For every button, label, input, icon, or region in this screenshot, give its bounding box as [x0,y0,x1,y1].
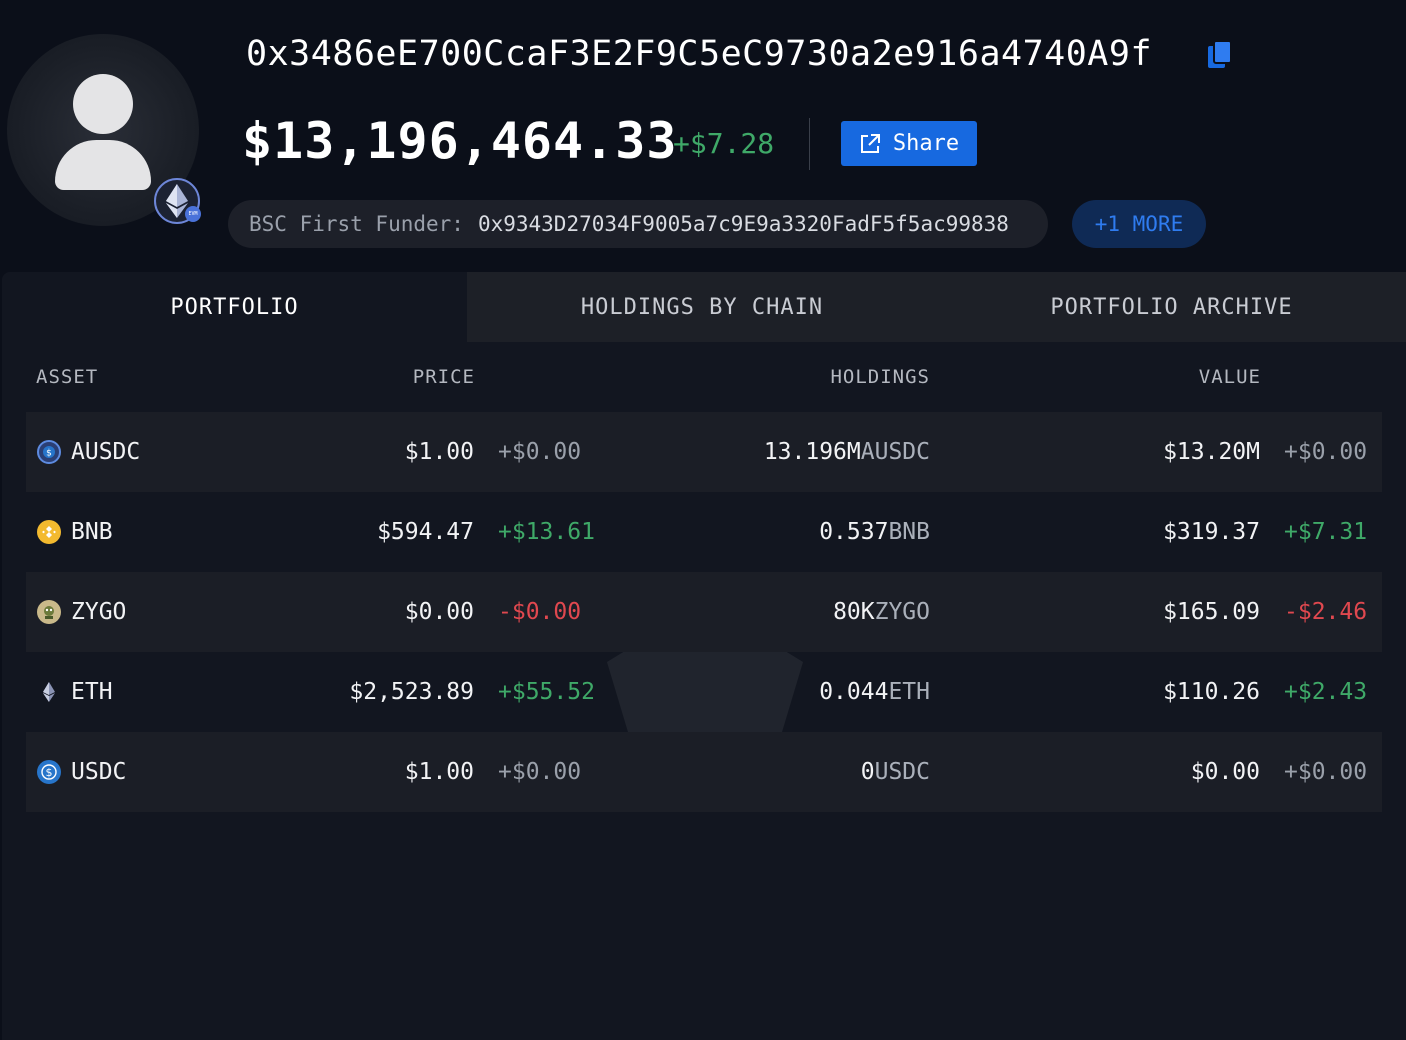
asset-holdings: 80K ZYGO [833,572,930,652]
holdings-unit: ETH [888,679,930,705]
holdings-amount: 0.044 [819,679,889,705]
eth-icon [37,680,61,704]
divider [809,118,810,170]
funder-label: BSC First Funder: [249,212,464,236]
first-funder-pill[interactable]: BSC First Funder: 0x9343D27034F9005a7c9E… [228,200,1048,248]
holdings-unit: AUSDC [860,439,930,465]
asset-value: $165.09 [1163,599,1260,625]
tab-portfolio-archive[interactable]: PORTFOLIO ARCHIVE [937,272,1406,342]
share-button[interactable]: Share [841,121,977,166]
asset-symbol: USDC [71,759,127,785]
asset-value: $13.20M [1163,439,1260,465]
asset-table: $ AUSDC $1.00 +$0.00 13.196M AUSDC $13.2… [26,412,1382,812]
avatar-head [73,74,133,134]
holdings-unit: USDC [874,759,930,785]
funder-address[interactable]: 0x9343D27034F9005a7c9E9a3320FadF5f5ac998… [478,212,1009,236]
table-row[interactable]: $ USDC $1.00 +$0.00 0 USDC $0.00 +$0.00 [26,732,1382,812]
profile-header: EVM 0x3486eE700CcaF3E2F9C5eC9730a2e916a4… [0,0,1406,272]
asset-price: $594.47 [377,519,474,545]
asset-holdings: 0.537 BNB [819,492,930,572]
asset-price: $0.00 [404,599,474,625]
asset-holdings: 0 USDC [861,732,930,812]
asset-value: $319.37 [1163,519,1260,545]
holdings-amount: 0.537 [819,519,889,545]
total-balance: $13,196,464.33 [242,112,678,170]
ausdc-icon: $ [37,440,61,464]
column-header-holdings[interactable]: HOLDINGS [830,366,930,388]
asset-symbol: AUSDC [71,439,141,465]
ethereum-chain-badge: EVM [154,178,201,224]
svg-text:$: $ [46,766,53,779]
external-link-icon [860,133,880,153]
usdc-icon: $ [37,760,61,784]
balance-change: +$7.28 [673,127,775,160]
tab-holdings-by-chain[interactable]: HOLDINGS BY CHAIN [467,272,937,342]
tab-portfolio[interactable]: PORTFOLIO [2,272,467,342]
column-header-price[interactable]: PRICE [413,366,475,388]
zygo-icon [37,600,61,624]
wallet-address: 0x3486eE700CcaF3E2F9C5eC9730a2e916a4740A… [246,34,1153,74]
asset-value-change: +$0.00 [1284,759,1368,785]
asset-value: $110.26 [1163,679,1260,705]
holdings-amount: 80K [833,599,875,625]
asset-symbol: ZYGO [71,599,127,625]
asset-price: $1.00 [404,759,474,785]
table-row[interactable]: $ AUSDC $1.00 +$0.00 13.196M AUSDC $13.2… [26,412,1382,492]
column-header-asset[interactable]: ASSET [36,366,98,388]
table-row[interactable]: ZYGO $0.00 -$0.00 80K ZYGO $165.09 -$2.4… [26,572,1382,652]
asset-value: $0.00 [1190,759,1260,785]
asset-price-change: -$0.00 [498,599,582,625]
holdings-amount: 13.196M [763,439,861,465]
bnb-icon [37,520,61,544]
asset-price: $1.00 [404,439,474,465]
holdings-amount: 0 [860,759,875,785]
asset-value-change: +$2.43 [1284,679,1368,705]
asset-holdings: 13.196M AUSDC [764,412,930,492]
evm-badge: EVM [185,206,201,222]
asset-symbol: BNB [71,519,113,545]
holdings-unit: ZYGO [874,599,930,625]
holdings-unit: BNB [888,519,930,545]
avatar-body [55,140,151,190]
asset-holdings: 0.044 ETH [819,652,930,732]
asset-symbol: ETH [71,679,113,705]
share-label: Share [892,131,960,156]
asset-value-change: -$2.46 [1284,599,1368,625]
asset-price-change: +$0.00 [498,759,582,785]
tab-bar: PORTFOLIO HOLDINGS BY CHAIN PORTFOLIO AR… [2,272,1406,342]
column-header-value[interactable]: VALUE [1199,366,1261,388]
asset-price-change: +$55.52 [498,679,595,705]
table-row[interactable]: ETH $2,523.89 +$55.52 0.044 ETH $110.26 … [26,652,1382,732]
portfolio-panel: PORTFOLIO HOLDINGS BY CHAIN PORTFOLIO AR… [2,272,1406,1040]
svg-text:$: $ [46,449,52,459]
asset-price-change: +$13.61 [498,519,595,545]
more-button[interactable]: +1 MORE [1072,200,1206,248]
asset-value-change: +$7.31 [1284,519,1368,545]
copy-icon[interactable] [1206,38,1234,72]
asset-value-change: +$0.00 [1284,439,1368,465]
table-row[interactable]: BNB $594.47 +$13.61 0.537 BNB $319.37 +$… [26,492,1382,572]
asset-price-change: +$0.00 [498,439,582,465]
asset-price: $2,523.89 [349,679,474,705]
